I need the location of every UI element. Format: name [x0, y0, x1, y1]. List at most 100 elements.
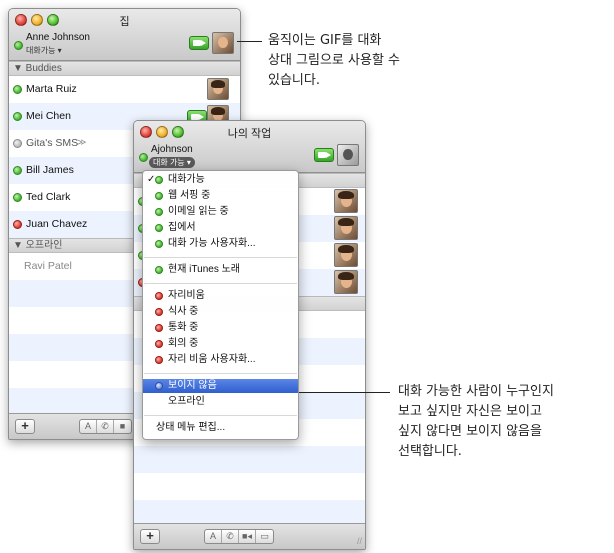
away-status-icon — [155, 292, 163, 300]
callout-line-text: 선택합니다. — [398, 444, 462, 459]
video-chat-button[interactable]: ■ — [114, 420, 131, 433]
buddy-name: Marta Ruiz — [26, 83, 77, 95]
screen-share-button[interactable]: ▭ — [256, 530, 273, 543]
away-status-icon — [13, 220, 22, 229]
menu-item-invisible[interactable]: 보이지 않음 — [143, 379, 298, 393]
buddy-name: Mei Chen — [26, 110, 71, 122]
callout-line-text: 있습니다. — [268, 73, 320, 88]
menu-item-label: 상태 메뉴 편집... — [156, 422, 226, 433]
my-name: Anne Johnson — [26, 32, 90, 43]
video-chat-button[interactable]: ■◂ — [239, 530, 256, 543]
menu-separator — [144, 415, 297, 416]
resize-handle[interactable]: // — [357, 536, 362, 546]
window-title: 집 — [119, 16, 130, 28]
text-chat-button[interactable]: A — [80, 420, 97, 433]
buddy-name: Ravi Patel — [24, 260, 72, 272]
buddy-picture — [334, 216, 358, 240]
avatar-face — [218, 36, 228, 49]
menu-item-label: 대화 가능 사용자화... — [168, 238, 256, 249]
my-name: Ajohnson — [151, 144, 193, 155]
buddy-name: Juan Chavez — [26, 218, 88, 230]
action-buttons: A ✆ ■◂ ▭ — [204, 529, 274, 544]
available-status-icon — [13, 193, 22, 202]
menu-item-label: 자리비움 — [168, 290, 205, 301]
menu-item-label: 자리 비움 사용자화... — [168, 354, 256, 365]
bottom-toolbar: + A ✆ ■◂ ▭ // — [134, 523, 365, 549]
menu-item-itunes[interactable]: 현재 iTunes 노래 — [143, 263, 298, 277]
away-status-icon — [155, 324, 163, 332]
available-status-icon — [155, 266, 163, 274]
menu-item-surfing[interactable]: 웹 서핑 중 — [143, 189, 298, 203]
callout-line-text: 움직이는 GIF를 대화 — [268, 33, 382, 48]
menu-item-eating[interactable]: 식사 중 — [143, 305, 298, 319]
menu-item-meeting[interactable]: 회의 중 — [143, 337, 298, 351]
avatar-hair — [211, 80, 225, 88]
menu-item-label: 웹 서핑 중 — [168, 190, 211, 201]
available-status-icon — [155, 208, 163, 216]
avatar-hair — [338, 191, 354, 200]
menu-item-label: 회의 중 — [168, 338, 199, 349]
menu-separator — [144, 283, 297, 284]
away-status-icon — [155, 340, 163, 348]
empty-row — [134, 473, 365, 500]
menu-item-custom-available[interactable]: 대화 가능 사용자화... — [143, 237, 298, 251]
video-camera-icon[interactable] — [189, 36, 209, 50]
menu-separator — [144, 257, 297, 258]
menu-item-label: 집에서 — [168, 222, 196, 233]
my-status-icon — [139, 153, 148, 162]
buddy-picture — [334, 270, 358, 294]
titlebar[interactable]: 집 Anne Johnson 대화가능 ▾ — [9, 9, 240, 61]
text-chat-button[interactable]: A — [205, 530, 222, 543]
menu-item-on-phone[interactable]: 통화 중 — [143, 321, 298, 335]
sms-icon: ≫ — [77, 137, 87, 147]
menu-item-edit-status[interactable]: 상태 메뉴 편집... — [143, 421, 298, 435]
my-picture[interactable] — [212, 32, 234, 54]
menu-separator — [144, 373, 297, 374]
callout-invisible: 대화 가능한 사람이 누구인지 보고 싶지만 자신은 보이고 싶지 않다면 보이… — [398, 382, 554, 462]
menu-item-label: 보이지 않음 — [168, 380, 217, 391]
available-status-icon — [13, 112, 22, 121]
callout-line-top — [237, 41, 262, 42]
menu-item-away[interactable]: 자리비움 — [143, 289, 298, 303]
avatar-hair — [211, 107, 225, 115]
buddy-row[interactable]: Marta Ruiz — [9, 76, 240, 103]
add-buddy-button[interactable]: + — [15, 419, 35, 434]
video-camera-icon[interactable] — [314, 148, 334, 162]
buddy-name: Gita's SMS — [26, 137, 79, 149]
audio-chat-button[interactable]: ✆ — [97, 420, 114, 433]
menu-item-custom-away[interactable]: 자리 비움 사용자화... — [143, 353, 298, 367]
buddy-picture — [334, 189, 358, 213]
menu-item-label: 이메일 읽는 중 — [168, 206, 229, 217]
audio-chat-button[interactable]: ✆ — [222, 530, 239, 543]
avatar-face — [343, 148, 353, 161]
buddy-picture — [207, 78, 229, 100]
menu-item-label: 통화 중 — [168, 322, 199, 333]
avatar-hair — [338, 218, 354, 227]
my-status-popup[interactable]: 대화 가능 ▾ — [149, 157, 195, 168]
my-picture[interactable] — [337, 144, 359, 166]
buddy-name: Ted Clark — [26, 191, 71, 203]
away-status-icon — [155, 356, 163, 364]
callout-line-bottom — [299, 392, 390, 393]
available-status-icon — [13, 85, 22, 94]
menu-item-available[interactable]: ✓ 대화가능 — [143, 173, 298, 187]
menu-item-label: 오프라인 — [168, 396, 205, 407]
buddy-picture — [334, 243, 358, 267]
buddy-name: Bill James — [26, 164, 74, 176]
callout-line-text: 싶지 않다면 보이지 않음을 — [398, 424, 542, 439]
menu-item-home[interactable]: 집에서 — [143, 221, 298, 235]
callout-line-text: 보고 싶지만 자신은 보이고 — [398, 404, 542, 419]
window-title: 나의 작업 — [227, 128, 272, 140]
menu-item-label: 대화가능 — [168, 174, 205, 185]
menu-item-offline[interactable]: 오프라인 — [143, 395, 298, 409]
my-status-popup[interactable]: 대화가능 ▾ — [26, 45, 62, 56]
menu-item-email[interactable]: 이메일 읽는 중 — [143, 205, 298, 219]
callout-line-text: 상대 그림으로 사용할 수 — [268, 53, 400, 68]
my-status-icon — [14, 41, 23, 50]
available-status-icon — [13, 166, 22, 175]
available-status-icon — [155, 224, 163, 232]
group-header-buddies[interactable]: ▼ Buddies — [9, 61, 240, 76]
add-buddy-button[interactable]: + — [140, 529, 160, 544]
titlebar[interactable]: 나의 작업 Ajohnson 대화 가능 ▾ — [134, 121, 365, 173]
callout-gif: 움직이는 GIF를 대화 상대 그림으로 사용할 수 있습니다. — [268, 31, 400, 91]
